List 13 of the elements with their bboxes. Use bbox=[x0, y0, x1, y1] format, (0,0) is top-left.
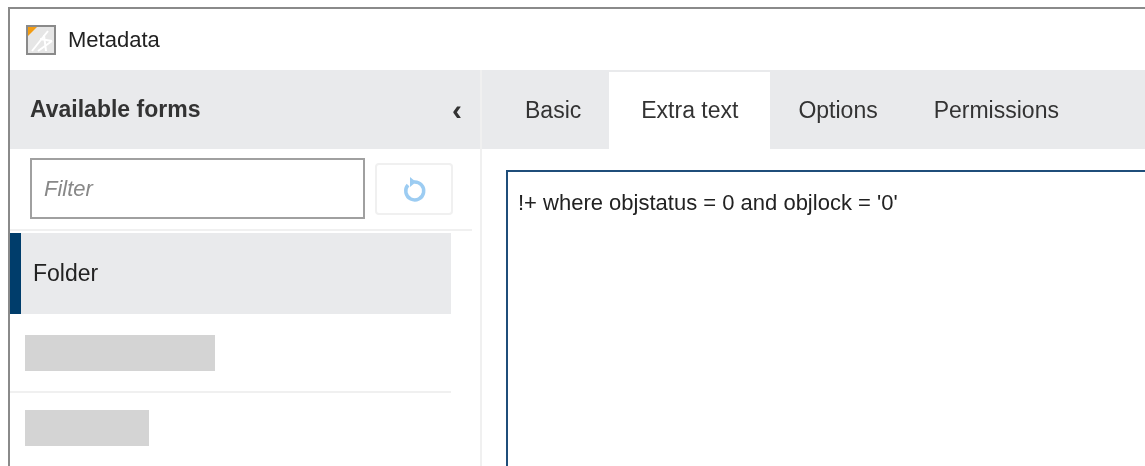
collapse-button[interactable]: ‹ bbox=[452, 94, 462, 125]
form-list-item[interactable]: Folder bbox=[10, 233, 451, 314]
filter-field[interactable]: Filter bbox=[30, 158, 365, 219]
refresh-button[interactable] bbox=[375, 162, 453, 215]
tab[interactable]: Permissions bbox=[905, 72, 1087, 149]
window-title: Metadata bbox=[68, 26, 160, 54]
tab[interactable]: Extra text bbox=[609, 72, 771, 149]
text-editor[interactable]: !+ where objstatus = 0 and objlock = '0' bbox=[506, 170, 1145, 466]
sidebar-title: Available forms bbox=[30, 95, 201, 125]
refresh-icon bbox=[401, 174, 427, 203]
app-logo-icon bbox=[26, 24, 56, 55]
tab[interactable]: Basic bbox=[497, 72, 610, 149]
tab[interactable]: Options bbox=[770, 72, 906, 149]
